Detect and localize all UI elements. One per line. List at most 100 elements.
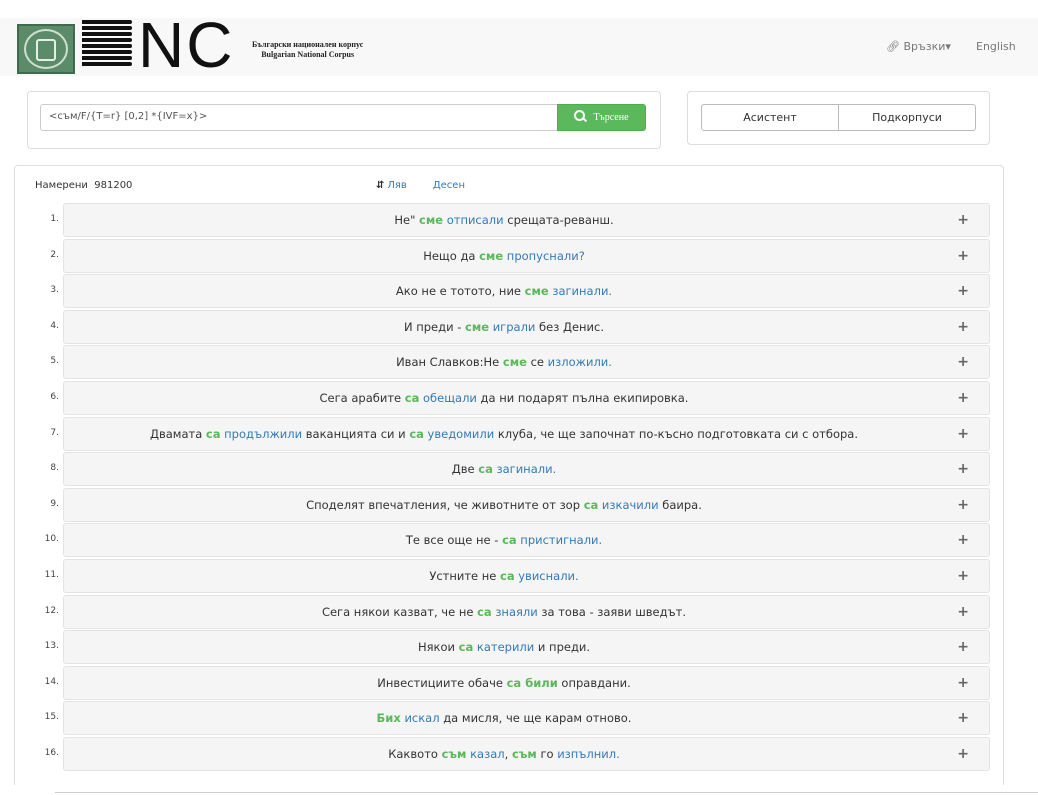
row-number: 14. xyxy=(44,677,59,687)
row-number: 3. xyxy=(50,285,59,295)
row-number: 1. xyxy=(50,214,59,224)
logo-seal-icon[interactable] xyxy=(17,24,75,74)
verb-match[interactable]: изпълнил. xyxy=(557,747,620,761)
keyword-match: съм xyxy=(441,747,467,761)
expand-plus-icon[interactable]: + xyxy=(957,596,969,628)
context-text: за това - заяви шведът. xyxy=(537,605,687,619)
concordance-row[interactable]: Сега арабите са обещали да ни подарят пъ… xyxy=(63,381,990,415)
sort-controls: ⇵ Ляв Десен xyxy=(376,180,465,191)
expand-plus-icon[interactable]: + xyxy=(957,453,969,485)
keyword-match: съм xyxy=(511,747,537,761)
concordance-row[interactable]: И преди - сме играли без Денис. + xyxy=(63,310,990,344)
subcorpora-button[interactable]: Подкорпуси xyxy=(838,104,976,131)
context-text: ваканцията си и xyxy=(302,427,410,441)
verb-match[interactable]: загинали. xyxy=(497,462,557,476)
concordance-row[interactable]: Ако не е тотото, ние сме загинали. + xyxy=(63,274,990,308)
row-number: 8. xyxy=(50,463,59,473)
concordance-row[interactable]: Не" сме отписали срещата-реванш. + xyxy=(63,203,990,237)
keyword-match: сме xyxy=(479,249,504,263)
expand-plus-icon[interactable]: + xyxy=(957,631,969,663)
expand-plus-icon[interactable]: + xyxy=(957,346,969,378)
verb-match[interactable]: обещали xyxy=(423,391,477,405)
concordance-text: Нещо да сме пропуснали? xyxy=(64,240,944,272)
verb-match[interactable]: уведомили xyxy=(428,427,495,441)
links-dropdown[interactable]: 🔗︎ Връзки▾ xyxy=(886,40,951,53)
context-text: Две xyxy=(451,462,479,476)
expand-plus-icon[interactable]: + xyxy=(957,738,969,770)
context-text: да ни подарят пълна екипировка. xyxy=(476,391,689,405)
concordance-row[interactable]: Две са загинали. + xyxy=(63,452,990,486)
verb-match[interactable]: загинали. xyxy=(552,284,612,298)
context-text: Споделят впечатления, че животните от зо… xyxy=(306,498,584,512)
verb-match[interactable]: катерили xyxy=(477,640,534,654)
keyword-match: са xyxy=(502,533,517,547)
concordance-row[interactable]: Бих искал да мисля, че ще карам отново. + xyxy=(63,701,990,735)
concordance-text: Ако не е тотото, ние сме загинали. xyxy=(64,275,944,307)
concordance-text: Не" сме отписали срещата-реванш. xyxy=(64,204,944,236)
context-text: Сега арабите xyxy=(319,391,405,405)
concordance-row[interactable]: Устните не са увиснали. + xyxy=(63,559,990,593)
concordance-text: Инвестициите обаче са били оправдани. xyxy=(64,667,944,699)
context-text: Сега някои казват, че не xyxy=(321,605,478,619)
concordance-text: Те все още не - са пристигнали. xyxy=(64,524,944,556)
concordance-row[interactable]: Каквото съм казал, съм го изпълнил. + xyxy=(63,737,990,771)
concordance-row[interactable]: Иван Славков:Не сме се изложили. + xyxy=(63,345,990,379)
verb-match[interactable]: знаяли xyxy=(495,605,537,619)
query-input[interactable]: <съм/F/{T=r} [0,2] *{IVF=x}> xyxy=(40,104,558,131)
found-count: 981200 xyxy=(94,180,133,191)
row-number: 16. xyxy=(44,748,59,758)
context-text: оправдани. xyxy=(557,676,631,690)
keyword-match: сме xyxy=(419,213,444,227)
row-number: 12. xyxy=(44,606,59,616)
concordance-text: И преди - сме играли без Денис. xyxy=(64,311,944,343)
expand-plus-icon[interactable]: + xyxy=(957,489,969,521)
context-text: без Денис. xyxy=(535,320,605,334)
verb-match[interactable]: изложили. xyxy=(548,355,612,369)
expand-plus-icon[interactable]: + xyxy=(957,275,969,307)
logo-b-icon[interactable] xyxy=(82,20,132,75)
context-text: клуба, че ще започнат по-късно подготовк… xyxy=(494,427,858,441)
verb-match[interactable]: пристигнали. xyxy=(520,533,602,547)
context-text: Иван Славков:Не xyxy=(396,355,503,369)
concordance-row[interactable]: Някои са катерили и преди. + xyxy=(63,630,990,664)
verb-match[interactable]: казал xyxy=(470,747,505,761)
context-text: И преди - xyxy=(403,320,466,334)
context-text: Те все още не - xyxy=(405,533,503,547)
expand-plus-icon[interactable]: + xyxy=(957,311,969,343)
context-text: се xyxy=(526,355,548,369)
expand-plus-icon[interactable]: + xyxy=(957,524,969,556)
verb-match[interactable]: искал xyxy=(404,711,439,725)
expand-plus-icon[interactable]: + xyxy=(957,418,969,450)
context-text: срещата-реванш. xyxy=(503,213,614,227)
keyword-match: са xyxy=(409,427,424,441)
concordance-row[interactable]: Сега някои казват, че не са знаяли за то… xyxy=(63,595,990,629)
verb-match[interactable]: увиснали. xyxy=(518,569,578,583)
verb-match[interactable]: изкачили xyxy=(602,498,659,512)
concordance-text: Две са загинали. xyxy=(64,453,944,485)
expand-plus-icon[interactable]: + xyxy=(957,560,969,592)
concordance-text: Бих искал да мисля, че ще карам отново. xyxy=(64,702,944,734)
assistant-button[interactable]: Асистент xyxy=(701,104,839,131)
expand-plus-icon[interactable]: + xyxy=(957,702,969,734)
concordance-row[interactable]: Нещо да сме пропуснали? + xyxy=(63,239,990,273)
verb-match[interactable]: продължили xyxy=(224,427,302,441)
logo-nc-text[interactable]: NC xyxy=(138,10,234,80)
sort-right-link[interactable]: Десен xyxy=(433,180,465,191)
language-switch-link[interactable]: English xyxy=(976,40,1016,53)
concordance-row[interactable]: Двамата са продължили ваканцията си и са… xyxy=(63,417,990,451)
concordance-row[interactable]: Споделят впечатления, че животните от зо… xyxy=(63,488,990,522)
verb-match[interactable]: пропуснали? xyxy=(507,249,585,263)
expand-plus-icon[interactable]: + xyxy=(957,382,969,414)
verb-match[interactable]: отписали xyxy=(447,213,504,227)
sort-left-link[interactable]: Ляв xyxy=(387,180,406,191)
keyword-match: сме xyxy=(465,320,490,334)
search-button[interactable]: Търсене xyxy=(557,104,646,131)
expand-plus-icon[interactable]: + xyxy=(957,204,969,236)
concordance-row[interactable]: Инвестициите обаче са били оправдани. + xyxy=(63,666,990,700)
concordance-row[interactable]: Те все още не - са пристигнали. + xyxy=(63,523,990,557)
concordance-text: Иван Славков:Не сме се изложили. xyxy=(64,346,944,378)
context-text: Устните не xyxy=(429,569,501,583)
expand-plus-icon[interactable]: + xyxy=(957,667,969,699)
expand-plus-icon[interactable]: + xyxy=(957,240,969,272)
verb-match[interactable]: играли xyxy=(493,320,536,334)
